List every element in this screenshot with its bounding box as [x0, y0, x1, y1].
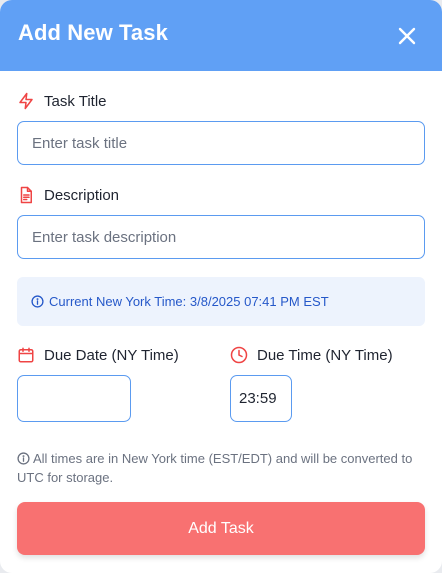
- current-time-text: Current New York Time: 3/8/2025 07:41 PM…: [49, 294, 329, 309]
- timezone-note: All times are in New York time (EST/EDT)…: [17, 449, 417, 487]
- due-date-input[interactable]: [17, 375, 131, 422]
- task-title-input[interactable]: [17, 121, 425, 165]
- add-task-button[interactable]: Add Task: [17, 502, 425, 555]
- current-time-info: Current New York Time: 3/8/2025 07:41 PM…: [17, 277, 425, 326]
- close-button[interactable]: [394, 23, 420, 49]
- info-icon: [17, 452, 30, 465]
- add-task-dialog: Add New Task Task Title Description Curr: [0, 0, 442, 573]
- task-title-label-text: Task Title: [44, 92, 107, 110]
- due-time-label: Due Time (NY Time): [230, 346, 393, 364]
- due-date-label: Due Date (NY Time): [17, 346, 179, 364]
- description-input[interactable]: [17, 215, 425, 259]
- lightning-icon: [19, 92, 33, 110]
- close-icon: [398, 27, 416, 45]
- due-time-input[interactable]: [230, 375, 292, 422]
- timezone-note-text: All times are in New York time (EST/EDT)…: [17, 451, 413, 485]
- due-date-label-text: Due Date (NY Time): [44, 346, 179, 364]
- dialog-header: Add New Task: [0, 0, 442, 71]
- description-label-text: Description: [44, 186, 120, 204]
- clock-icon: [230, 346, 248, 364]
- document-icon: [20, 186, 32, 204]
- description-label: Description: [17, 186, 119, 204]
- calendar-icon: [18, 347, 34, 363]
- info-icon: [31, 295, 44, 308]
- dialog-title: Add New Task: [18, 20, 168, 45]
- task-title-label: Task Title: [17, 92, 107, 110]
- due-time-label-text: Due Time (NY Time): [257, 346, 393, 364]
